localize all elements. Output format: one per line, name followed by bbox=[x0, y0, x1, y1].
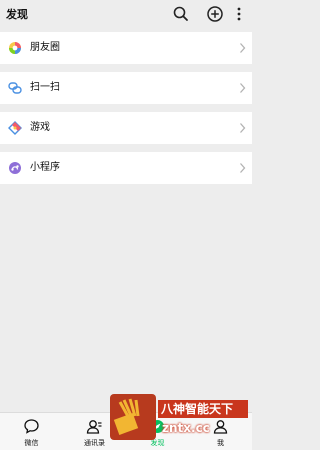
menu-item-label: 小程序 bbox=[30, 162, 60, 173]
chevron-right-icon bbox=[239, 122, 246, 134]
top-bar: 发现 bbox=[0, 0, 252, 28]
game-icon bbox=[8, 121, 22, 135]
mini-program-group: 小程序 bbox=[0, 152, 252, 184]
watermark-domain: zntx.cc bbox=[162, 421, 210, 435]
chat-bubble-icon bbox=[23, 418, 40, 435]
menu-item-moments[interactable]: 朋友圈 bbox=[0, 32, 252, 64]
menu-item-mini-program[interactable]: 小程序 bbox=[0, 152, 252, 184]
menu-item-label: 扫一扫 bbox=[30, 82, 60, 93]
scan-icon bbox=[8, 81, 22, 95]
contacts-icon bbox=[86, 418, 103, 435]
watermark-title: 八神智能天下 bbox=[158, 400, 248, 418]
watermark: 八神智能天下 zntx.cc bbox=[110, 394, 248, 440]
tab-chats[interactable]: 微信 bbox=[0, 413, 63, 450]
watermark-logo bbox=[110, 394, 156, 440]
mini-program-icon bbox=[8, 161, 22, 175]
scan-group: 扫一扫 bbox=[0, 72, 252, 104]
moments-group: 朋友圈 bbox=[0, 32, 252, 64]
page-title: 发现 bbox=[6, 8, 28, 21]
chevron-right-icon bbox=[239, 42, 246, 54]
search-icon[interactable] bbox=[172, 5, 190, 23]
more-vertical-icon[interactable] bbox=[234, 5, 244, 23]
plus-circle-icon[interactable] bbox=[206, 5, 224, 23]
moments-icon bbox=[8, 41, 22, 55]
menu-item-label: 朋友圈 bbox=[30, 42, 60, 53]
tab-label: 微信 bbox=[24, 439, 39, 447]
chevron-right-icon bbox=[239, 162, 246, 174]
game-group: 游戏 bbox=[0, 112, 252, 144]
menu-item-scan[interactable]: 扫一扫 bbox=[0, 72, 252, 104]
menu-item-label: 游戏 bbox=[30, 122, 50, 133]
menu-item-game[interactable]: 游戏 bbox=[0, 112, 252, 144]
chevron-right-icon bbox=[239, 82, 246, 94]
